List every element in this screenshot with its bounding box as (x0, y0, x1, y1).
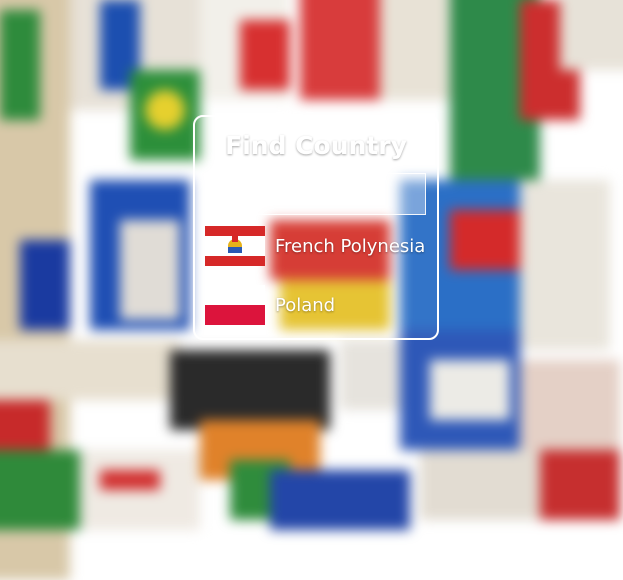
result-name: French Polynesia (275, 235, 426, 257)
panel-title: Find Country (225, 131, 407, 160)
result-name: Poland (275, 294, 336, 316)
result-item-french-polynesia[interactable]: French Polynesia (205, 225, 425, 267)
poland-flag-icon (205, 285, 265, 325)
french-polynesia-flag-icon (205, 226, 265, 266)
find-country-panel: Find Country French Polynesia Poland (193, 115, 439, 340)
country-search-input[interactable] (206, 173, 426, 215)
result-item-poland[interactable]: Poland (205, 284, 335, 326)
